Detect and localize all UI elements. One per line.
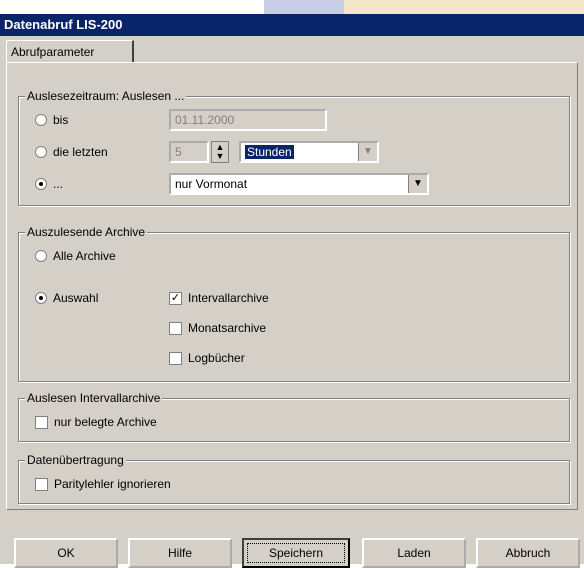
radio-period-label: ... xyxy=(53,177,64,191)
radio-selection[interactable]: Auswahl xyxy=(35,291,98,305)
transfer-title: Datenübertragung xyxy=(25,453,126,467)
radio-last[interactable]: die letzten xyxy=(35,145,108,159)
checkbox-ignore-parity[interactable]: Paritylehler ignorieren xyxy=(35,477,171,491)
radio-all-archives-dot[interactable] xyxy=(35,250,47,262)
archives-title: Auszulesende Archive xyxy=(25,225,148,239)
ok-button-label: OK xyxy=(57,546,75,560)
background-window-strip-blue xyxy=(264,0,344,14)
interval-readout-title: Auslesen Intervallarchive xyxy=(25,391,163,405)
checkbox-interval-archives[interactable]: ✓ Intervallarchive xyxy=(169,291,269,305)
unit-selected-value: Stunden xyxy=(245,145,294,159)
period-select[interactable]: nur Vormonat ▼ xyxy=(169,173,429,195)
readout-period-group: Auslesezeitraum: Auslesen ... bis 01.11.… xyxy=(18,89,570,206)
load-button-label: Laden xyxy=(397,546,431,560)
radio-all-archives-label: Alle Archive xyxy=(53,249,116,263)
tab-abrufparameter[interactable]: Abrufparameter xyxy=(6,40,134,62)
radio-bis-dot[interactable] xyxy=(35,114,47,126)
archives-group: Auszulesende Archive Alle Archive Auswah… xyxy=(18,225,570,382)
radio-bis-label: bis xyxy=(53,113,69,127)
checkbox-interval-box[interactable]: ✓ xyxy=(169,291,182,305)
readout-period-title: Auslesezeitraum: Auslesen ... xyxy=(25,89,187,103)
checkbox-month-box[interactable] xyxy=(169,321,182,335)
bis-date-field[interactable]: 01.11.2000 xyxy=(169,109,327,131)
checkbox-ignore-parity-box[interactable] xyxy=(35,477,48,491)
last-count-field[interactable]: 5 xyxy=(169,141,209,163)
spinner-down-icon[interactable]: ▼ xyxy=(216,152,225,161)
radio-selection-dot[interactable] xyxy=(35,292,47,304)
checkbox-month-label: Monatsarchive xyxy=(188,321,267,335)
checkbox-only-used[interactable]: nur belegte Archive xyxy=(35,415,157,429)
period-dropdown-arrow-icon[interactable]: ▼ xyxy=(408,175,427,193)
checkbox-logbooks[interactable]: Logbücher xyxy=(169,351,245,365)
radio-last-dot[interactable] xyxy=(35,146,47,158)
checkbox-logbooks-box[interactable] xyxy=(169,351,182,365)
radio-selection-label: Auswahl xyxy=(53,291,99,305)
radio-bis[interactable]: bis xyxy=(35,113,68,127)
radio-last-label: die letzten xyxy=(53,145,108,159)
save-button-label: Speichern xyxy=(268,546,324,560)
background-window-strip-yellow xyxy=(344,0,584,14)
unit-dropdown-arrow-icon[interactable]: ▼ xyxy=(358,143,377,161)
title-bar: Datenabruf LIS-200 xyxy=(0,14,584,36)
checkbox-only-used-label: nur belegte Archive xyxy=(54,415,157,429)
help-button-label: Hilfe xyxy=(167,546,192,560)
last-count-value: 5 xyxy=(175,145,182,159)
unit-select[interactable]: Stunden ▼ xyxy=(239,141,379,163)
interval-readout-group: Auslesen Intervallarchive nur belegte Ar… xyxy=(18,391,570,442)
radio-period[interactable]: ... xyxy=(35,177,63,191)
checkbox-ignore-parity-label: Paritylehler ignorieren xyxy=(54,477,171,491)
dialog-window: Datenabruf LIS-200 Abrufparameter Ausles… xyxy=(0,14,584,568)
window-title: Datenabruf LIS-200 xyxy=(4,17,123,32)
last-count-spinner[interactable]: ▲ ▼ xyxy=(211,141,229,163)
transfer-group: Datenübertragung Paritylehler ignorieren xyxy=(18,453,570,504)
checkbox-interval-label: Intervallarchive xyxy=(188,291,269,305)
period-selected-value: nur Vormonat xyxy=(175,177,248,191)
tab-label: Abrufparameter xyxy=(11,45,95,59)
checkbox-only-used-box[interactable] xyxy=(35,415,48,429)
radio-all-archives[interactable]: Alle Archive xyxy=(35,249,116,263)
cancel-button-label: Abbruch xyxy=(505,546,551,560)
bis-date-value: 01.11.2000 xyxy=(175,113,235,127)
radio-period-dot[interactable] xyxy=(35,178,47,190)
checkbox-logbooks-label: Logbücher xyxy=(188,351,245,365)
checkbox-month-archives[interactable]: Monatsarchive xyxy=(169,321,266,335)
